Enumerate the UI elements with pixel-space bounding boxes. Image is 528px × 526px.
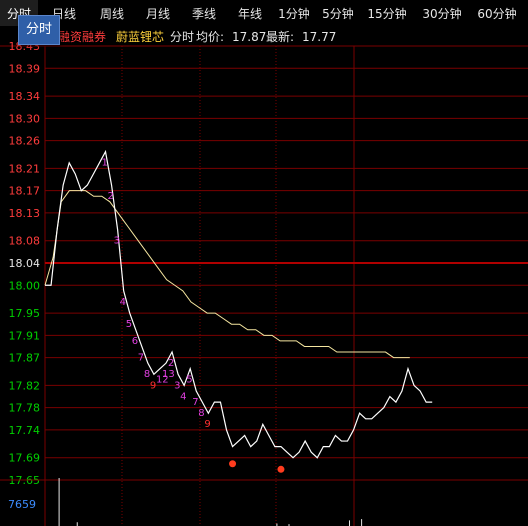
price-tick-label: 18.13 <box>9 207 41 220</box>
sequence-marker-5: 5 <box>126 319 132 330</box>
sequence-marker-2: 2 <box>168 358 174 369</box>
sequence-marker-9: 9 <box>204 419 210 430</box>
volume-tick-label: 7659 <box>8 498 36 511</box>
sequence-marker-1: 1 <box>102 158 108 169</box>
price-tick-label: 17.87 <box>9 352 41 365</box>
sequence-marker-5: 5 <box>186 375 192 386</box>
sequence-marker-4: 4 <box>120 297 126 308</box>
price-tick-label: 18.21 <box>9 162 41 175</box>
price-tick-label: 17.69 <box>9 452 41 465</box>
sequence-marker-3: 3 <box>174 380 180 391</box>
price-tick-label: 17.78 <box>9 402 41 415</box>
price-tick-label: 17.95 <box>9 307 41 320</box>
price-tick-label: 18.26 <box>9 135 41 148</box>
sequence-marker-8: 8 <box>144 369 150 380</box>
active-tab-tooltip: 分时 <box>18 15 60 45</box>
price-tick-label: 17.74 <box>9 424 41 437</box>
price-tick-label: 18.39 <box>9 62 41 75</box>
intraday-chart[interactable]: 18.4318.3918.3418.3018.2618.2118.1718.13… <box>0 0 528 526</box>
sequence-marker-3: 3 <box>114 236 120 247</box>
price-tick-label: 18.00 <box>9 279 41 292</box>
price-tick-label: 18.30 <box>9 112 41 125</box>
sequence-marker-7: 7 <box>138 352 144 363</box>
sequence-marker-6: 6 <box>132 336 138 347</box>
sequence-marker-13: 13 <box>162 369 175 380</box>
price-tick-label: 18.17 <box>9 185 41 198</box>
average-price-line <box>44 190 410 359</box>
sequence-marker-7: 7 <box>192 397 198 408</box>
sequence-marker-8: 8 <box>198 408 204 419</box>
price-tick-label: 18.08 <box>9 235 41 248</box>
low-point-marker <box>229 460 237 468</box>
sequence-marker-2: 2 <box>108 191 114 202</box>
price-tick-label: 18.04 <box>9 257 41 270</box>
sequence-marker-4: 4 <box>180 391 186 402</box>
price-tick-label: 17.91 <box>9 329 41 342</box>
price-tick-label: 17.82 <box>9 379 41 392</box>
low-point-marker <box>277 465 285 473</box>
price-tick-label: 18.34 <box>9 90 41 103</box>
